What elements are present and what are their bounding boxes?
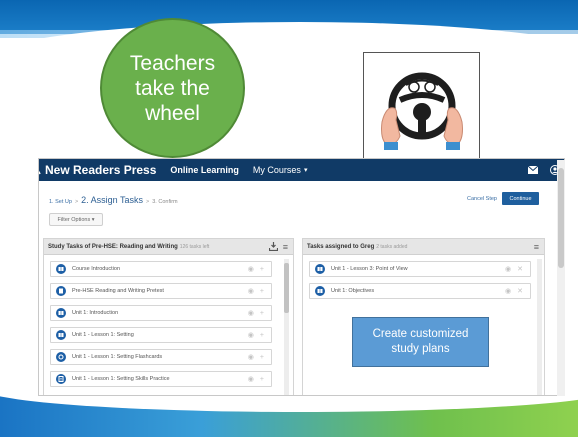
add-icon[interactable]: + [260,376,264,383]
book-icon [56,308,66,318]
book-icon [315,286,325,296]
brand-name: New Readers Press [45,163,157,177]
task-label: Pre-HSE Reading and Writing Pretest [72,288,164,294]
test-icon [56,286,66,296]
task-label: Unit 1 - Lesson 1: Setting Flashcards [72,354,163,360]
list-item[interactable]: Unit 1 - Lesson 1: Setting Flashcards ◉ + [50,349,272,365]
brand-logo-icon [39,170,41,175]
add-icon[interactable]: + [260,310,264,317]
list-item[interactable]: Unit 1: Introduction ◉ + [50,305,272,321]
list-item[interactable]: Unit 1 - Lesson 1: Setting ◉ + [50,327,272,343]
list-item[interactable]: Unit 1 - Lesson 1: Setting Skills Practi… [50,371,272,387]
mail-icon[interactable] [528,166,538,174]
screenshot-scroll-thumb[interactable] [558,168,564,268]
study-tasks-header-actions: ≡ [268,242,288,252]
task-label: Unit 1 - Lesson 1: Setting [72,332,134,338]
study-tasks-header: Study Tasks of Pre-HSE: Reading and Writ… [44,239,293,255]
task-actions: ◉ + [242,265,264,274]
study-tasks-title: Study Tasks of Pre-HSE: Reading and Writ… [48,243,178,250]
steering-wheel-icon [380,72,463,150]
step-breadcrumb: 1. Set Up > 2. Assign Tasks > 3. Confirm [49,195,178,205]
assigned-tasks-scrollbar[interactable] [537,259,542,395]
remove-icon[interactable]: ✕ [517,265,523,273]
preview-icon[interactable]: ◉ [248,375,254,383]
menu-icon[interactable]: ≡ [534,242,539,252]
customized-plans-callout: Create customized study plans [352,317,489,367]
task-actions: ◉ + [242,375,264,384]
preview-icon[interactable]: ◉ [248,309,254,317]
study-tasks-scroll-thumb[interactable] [284,263,289,313]
cancel-step-link[interactable]: Cancel Step [467,196,497,202]
task-actions: ◉ + [242,331,264,340]
practice-icon [56,374,66,384]
step-confirm: 3. Confirm [152,199,178,205]
task-actions: ◉ ✕ [499,265,523,273]
study-tasks-scrollbar[interactable] [284,259,289,395]
preview-icon[interactable]: ◉ [505,265,511,273]
navbar-right [528,165,560,175]
teachers-bubble: Teachers take the wheel [100,18,245,158]
task-label: Unit 1 - Lesson 3: Point of View [331,266,408,272]
task-label: Unit 1 - Lesson 1: Setting Skills Practi… [72,376,170,382]
list-item[interactable]: Unit 1 - Lesson 3: Point of View ◉ ✕ [309,261,531,277]
menu-icon[interactable]: ≡ [283,242,288,252]
add-icon[interactable]: + [260,266,264,273]
step-assign-tasks: 2. Assign Tasks [81,195,144,205]
add-icon[interactable]: + [260,332,264,339]
top-navbar: New Readers Press Online Learning My Cou… [39,159,564,181]
task-actions: ◉ + [242,309,264,318]
task-label: Unit 1: Introduction [72,310,119,316]
step-setup[interactable]: 1. Set Up [49,199,72,205]
task-actions: ◉ + [242,353,264,362]
tasks-added-count: 2 tasks added [376,243,408,250]
bubble-text: Teachers take the wheel [129,51,216,125]
add-icon[interactable]: + [260,288,264,295]
step-separator: > [146,199,150,205]
list-item[interactable]: Pre-HSE Reading and Writing Pretest ◉ + [50,283,272,299]
chevron-down-icon: ▾ [303,167,308,174]
task-label: Unit 1: Objectives [331,288,375,294]
add-icon[interactable]: + [260,354,264,361]
nav-my-courses[interactable]: My Courses ▾ [253,165,308,175]
flashcards-icon [56,352,66,362]
task-actions: ◉ + [242,287,264,296]
task-label: Course Introduction [72,266,120,272]
preview-icon[interactable]: ◉ [248,265,254,273]
preview-icon[interactable]: ◉ [248,331,254,339]
filter-options-button[interactable]: Filter Options ▾ [49,213,103,226]
book-icon [56,264,66,274]
presentation-slide: Teachers take the wheel New Readers Pres… [0,0,578,437]
preview-icon[interactable]: ◉ [505,287,511,295]
assigned-tasks-header-actions: ≡ [529,242,539,252]
assigned-tasks-title: Tasks assigned to Greg [307,243,375,250]
callout-text: Create customized study plans [372,328,469,355]
list-item[interactable]: Course Introduction ◉ + [50,261,272,277]
nav-my-courses-label: My Courses [252,165,301,175]
screenshot-scrollbar[interactable] [557,160,565,396]
continue-button[interactable]: Continue [502,192,539,205]
step-separator: > [74,199,79,205]
list-item[interactable]: Unit 1: Objectives ◉ ✕ [309,283,531,299]
tasks-left-count: 126 tasks left [179,243,210,250]
preview-icon[interactable]: ◉ [248,287,254,295]
preview-icon[interactable]: ◉ [248,353,254,361]
task-actions: ◉ ✕ [499,287,523,295]
book-icon [56,330,66,340]
nav-online-learning[interactable]: Online Learning [170,165,239,175]
assigned-tasks-header: Tasks assigned to Greg 2 tasks added ≡ [303,239,544,255]
book-icon [315,264,325,274]
brand[interactable]: New Readers Press [39,163,157,177]
remove-icon[interactable]: ✕ [517,287,523,295]
study-tasks-panel: Study Tasks of Pre-HSE: Reading and Writ… [43,238,294,395]
add-all-icon[interactable] [268,242,278,251]
steering-wheel-image [363,52,480,170]
